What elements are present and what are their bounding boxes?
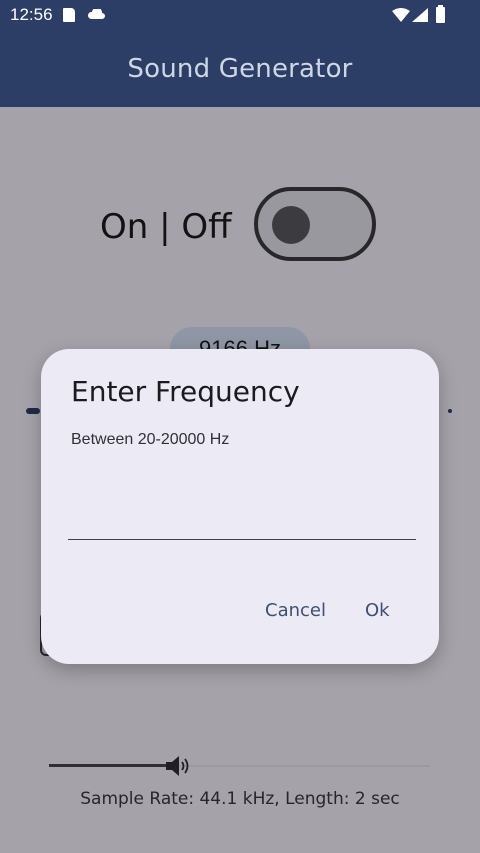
status-bar: 12:56 [0, 0, 480, 32]
sample-info: Sample Rate: 44.1 kHz, Length: 2 sec [80, 789, 400, 809]
status-time: 12:56 [10, 5, 53, 24]
cloud-icon [88, 9, 105, 19]
sd-card-icon [63, 8, 75, 22]
app-bar: Sound Generator [0, 32, 480, 107]
app-title: Sound Generator [127, 54, 353, 84]
battery-icon [436, 5, 445, 23]
frequency-dialog: Enter Frequency Between 20-20000 Hz Canc… [41, 349, 439, 664]
wifi-icon [392, 8, 410, 22]
dialog-title: Enter Frequency [71, 375, 300, 408]
ok-button[interactable]: Ok [359, 599, 396, 622]
dialog-subtitle: Between 20-20000 Hz [71, 431, 230, 448]
cancel-button[interactable]: Cancel [259, 599, 332, 622]
speaker-icon[interactable] [163, 752, 191, 780]
volume-slider-active [49, 764, 171, 767]
frequency-input[interactable] [68, 499, 416, 540]
signal-icon [412, 8, 428, 22]
